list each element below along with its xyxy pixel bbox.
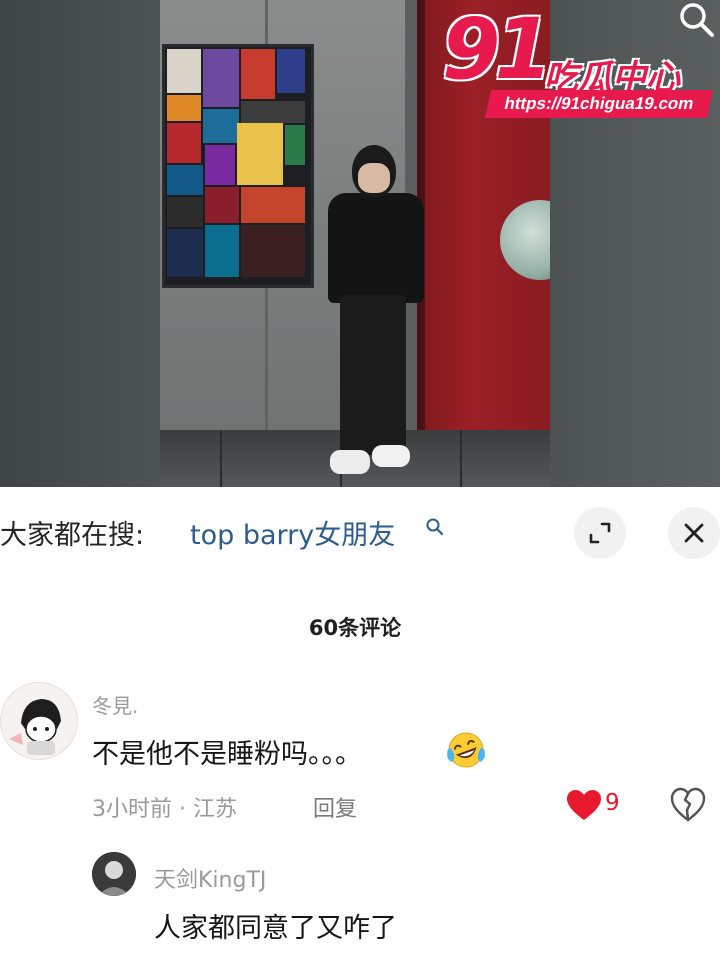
search-icon[interactable] [676, 0, 716, 40]
close-button[interactable] [668, 507, 720, 559]
heart-icon[interactable] [566, 789, 602, 821]
cartoon-avatar-icon [9, 699, 61, 755]
comment-text: 人家都同意了又咋了 [154, 913, 397, 944]
reply-button[interactable]: 回复 [313, 791, 357, 823]
video-player[interactable]: 91 吃瓜中心 https://91chigua19.com [0, 0, 720, 487]
laughing-crying-emoji-icon [447, 732, 485, 768]
person-standing [320, 145, 430, 487]
search-prefix-label: 大家都在搜: [0, 520, 145, 551]
watermark-url: https://91chigua19.com [485, 90, 713, 118]
related-search-link[interactable]: top barry女朋友 [190, 513, 395, 552]
comment-username[interactable]: 冬見. [92, 690, 138, 719]
broken-heart-icon[interactable] [670, 787, 706, 823]
comment-text: 不是他不是睡粉吗。。。 [92, 739, 362, 770]
watermark-number: 91 [442, 0, 553, 98]
avatar[interactable] [0, 682, 78, 760]
profile-photo-icon [92, 852, 136, 896]
movie-poster-board [162, 44, 314, 288]
related-search-bar: 大家都在搜: top barry女朋友 [0, 487, 720, 583]
blurred-background-left [0, 0, 160, 487]
expand-icon [589, 522, 611, 544]
expand-button[interactable] [574, 507, 626, 559]
comment-timestamp-location: 3小时前 · 江苏 [92, 797, 237, 822]
comment-count-title: 60条评论 [308, 616, 402, 640]
close-icon [684, 523, 704, 543]
site-watermark-logo: 91 吃瓜中心 https://91chigua19.com [440, 0, 715, 120]
comment-username[interactable]: 天剑KingTJ [154, 862, 266, 894]
like-count: 9 [605, 790, 620, 816]
small-search-icon [426, 518, 444, 536]
avatar[interactable] [92, 852, 136, 896]
